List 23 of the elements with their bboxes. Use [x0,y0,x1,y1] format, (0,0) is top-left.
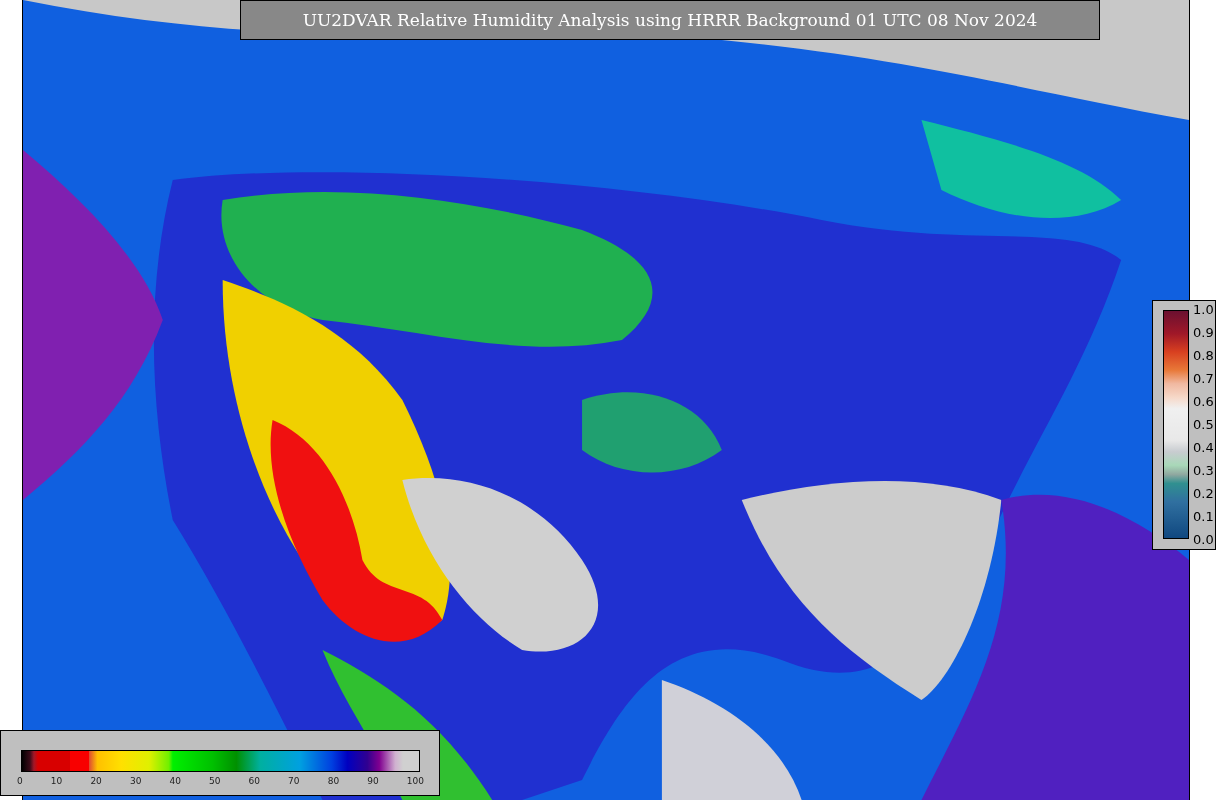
tick-label: 0.1 [1193,509,1214,524]
tick-label: 0 [17,776,23,786]
tick-label: 0.7 [1193,371,1214,386]
tick-label: 10 [50,776,63,786]
tick-label: 0.6 [1193,394,1214,409]
tick-label: 0.0 [1193,532,1214,547]
tick-label: 50 [209,776,221,786]
tick-label: 20 [90,776,102,786]
tick-label: 0.2 [1193,486,1214,501]
tick-label: 1.0 [1193,302,1214,317]
tick-label: 70 [288,776,300,786]
tick-label: 30 [129,776,142,786]
tick-label: 80 [327,776,340,786]
tick-label: 0.9 [1193,325,1214,340]
tick-label: 0.4 [1193,440,1214,455]
map-title: UU2DVAR Relative Humidity Analysis using HRRR Background 01 UTC 08 Nov 2024 [240,0,1100,40]
tick-label: 40 [169,776,181,786]
tick-label: 60 [248,776,260,786]
tick-label: 0.8 [1193,348,1214,363]
tick-label: 0.5 [1193,417,1214,432]
tick-label: 0.3 [1193,463,1214,478]
tick-label: 100 [406,776,424,786]
tick-label: 90 [367,776,379,786]
